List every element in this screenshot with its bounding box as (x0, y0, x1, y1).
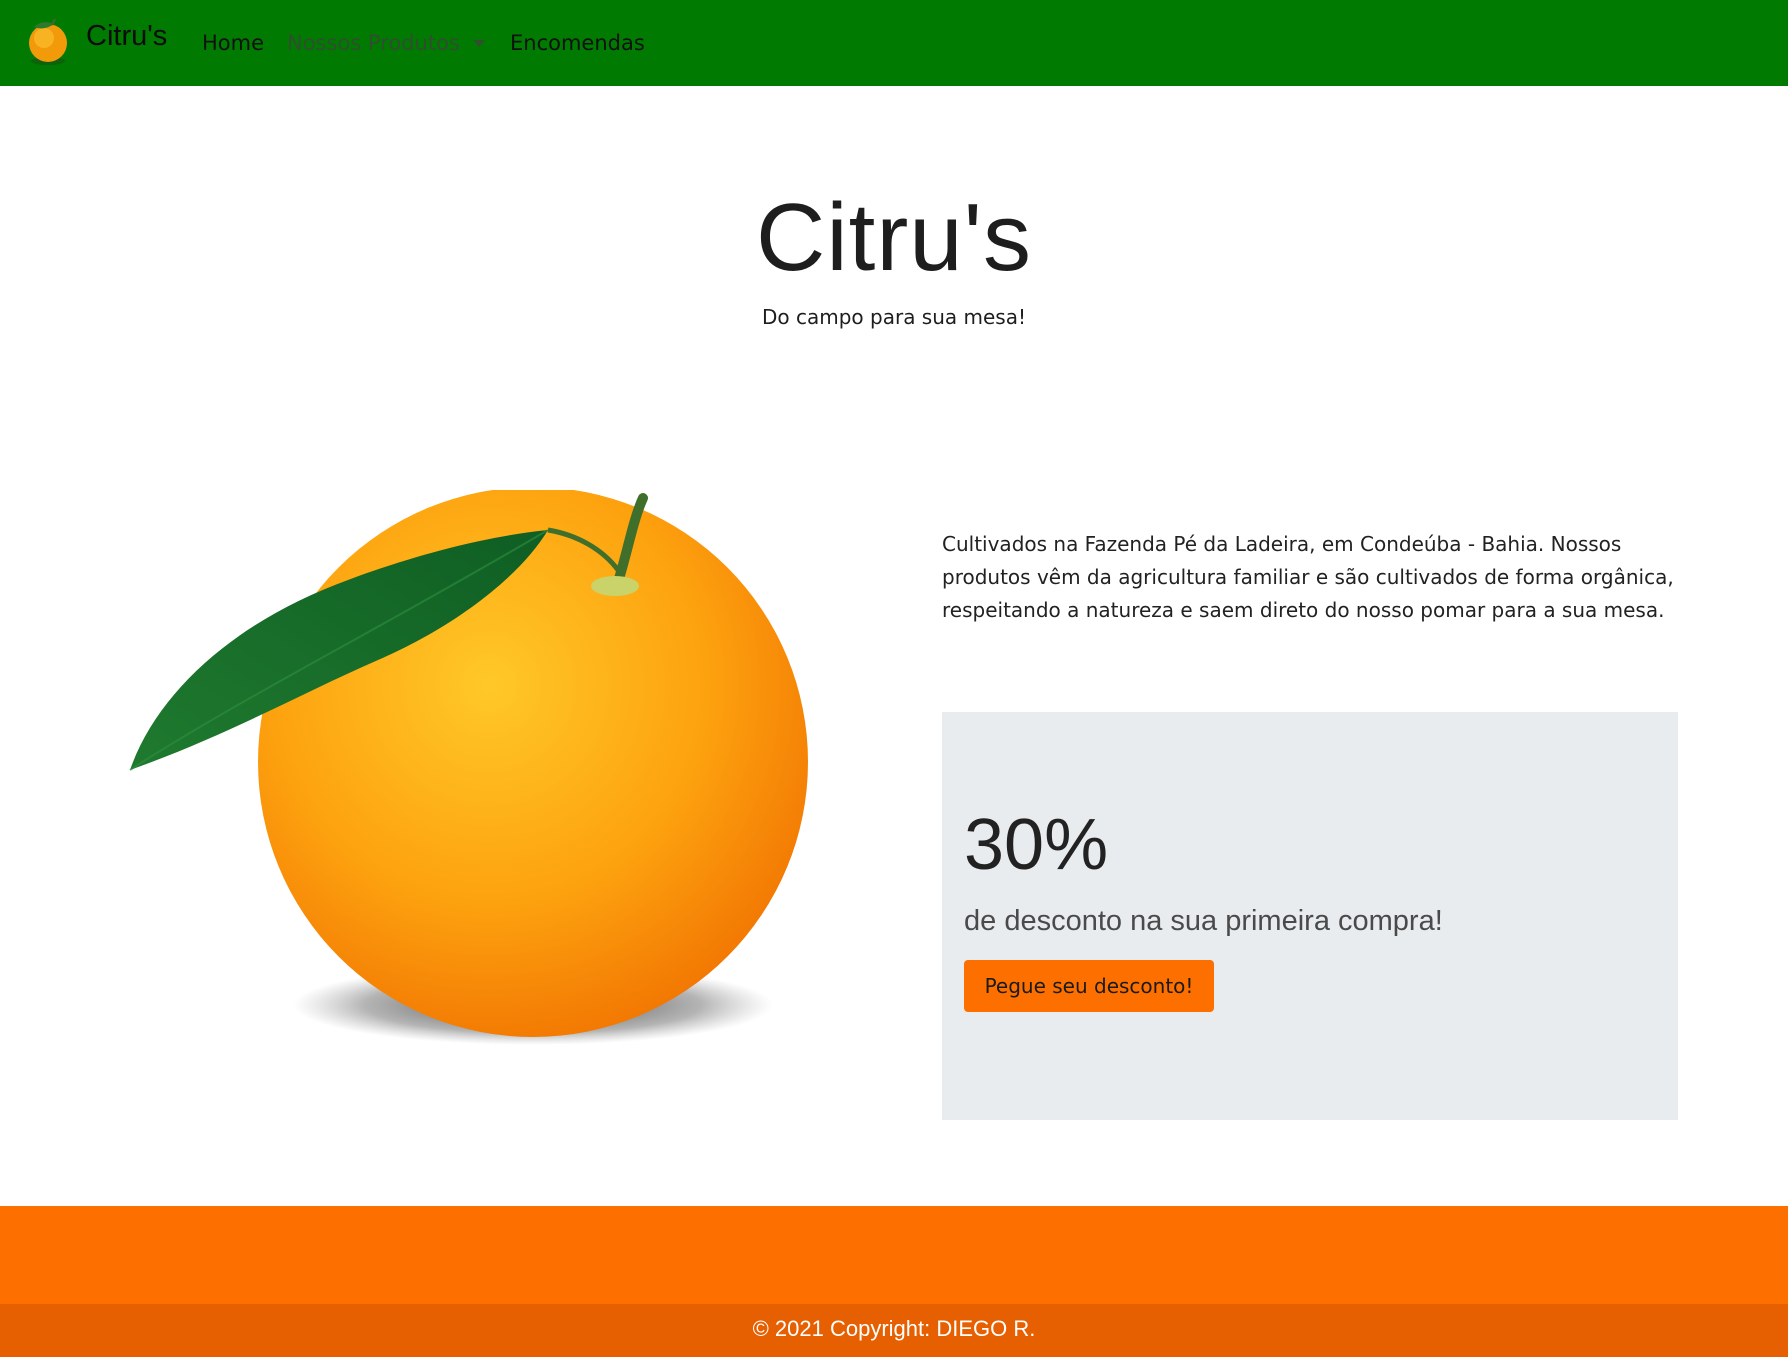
navbar: Citru's Home Nossos Produtos Encomendas (0, 0, 1788, 86)
orange-with-leaf-image (129, 490, 808, 1045)
footer-band (0, 1206, 1788, 1304)
copyright-text: © 2021 Copyright: DIEGO R. (752, 1316, 1036, 1341)
page-subtitle: Do campo para sua mesa! (762, 305, 1026, 329)
brand-name: Citru's (86, 20, 168, 52)
get-discount-button[interactable]: Pegue seu desconto! (964, 960, 1214, 1012)
nav-home-link[interactable]: Home (202, 31, 264, 55)
promo-subtext: de desconto na sua primeira compra! (964, 905, 1443, 937)
brand-link[interactable]: Citru's (24, 10, 167, 72)
promo-jumbotron: 30% de desconto na sua primeira compra! … (942, 712, 1678, 1120)
orange-logo-icon (29, 18, 67, 65)
page-title: Citru's (755, 184, 1032, 291)
chevron-down-icon[interactable] (473, 40, 485, 47)
footer-copyright-bar: © 2021 Copyright: DIEGO R. (0, 1304, 1788, 1357)
nav-produtos-dropdown[interactable]: Nossos Produtos (287, 31, 460, 55)
nav-encomendas-link[interactable]: Encomendas (510, 31, 645, 55)
promo-headline: 30% (964, 805, 1109, 885)
about-text: Cultivados na Fazenda Pé da Ladeira, em … (942, 532, 1674, 622)
